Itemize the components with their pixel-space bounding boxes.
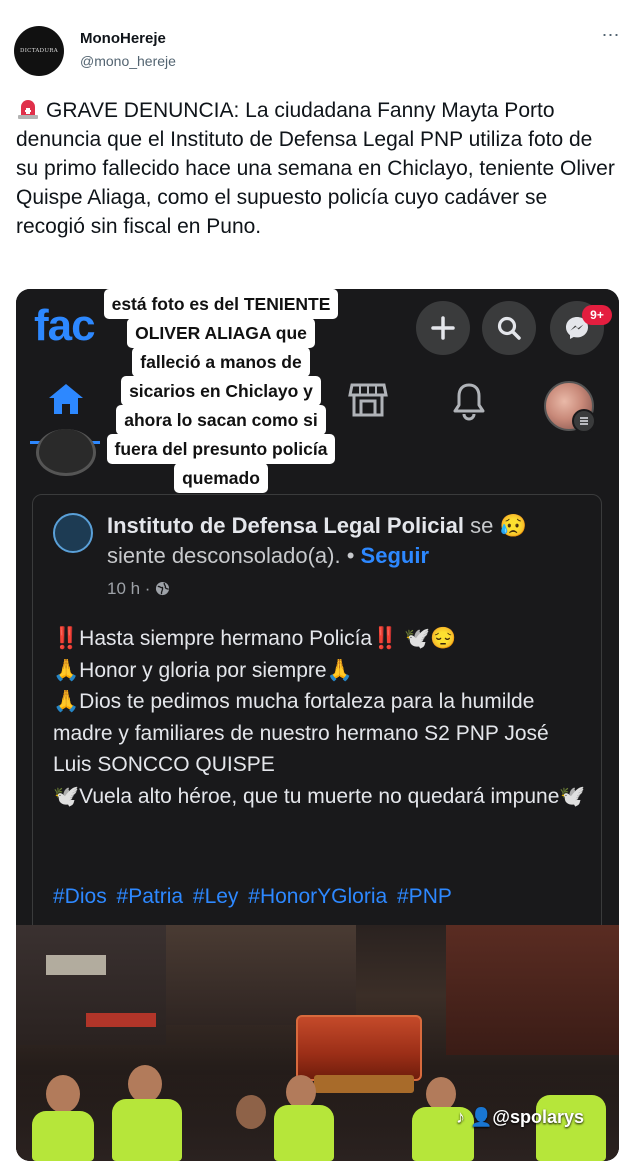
create-icon[interactable]	[416, 301, 470, 355]
author-name[interactable]: MonoHereje	[80, 30, 166, 47]
post-meta: 10 h ·	[107, 579, 170, 599]
caption-line: ahora lo sacan como si	[116, 405, 326, 435]
vehicle-light	[86, 1013, 156, 1027]
caption-line: está foto es del TENIENTE	[103, 289, 339, 319]
feeling-emoji: 😥	[499, 513, 527, 538]
person	[128, 1065, 162, 1103]
feeling-text: siente desconsolado(a).	[107, 543, 341, 568]
person	[426, 1077, 456, 1111]
person	[32, 1111, 94, 1161]
caption-line: sicarios en Chiclayo y	[121, 376, 321, 406]
coffin-base	[314, 1075, 414, 1093]
tiktok-watermark: ♪ 👤@spolarys	[456, 1107, 585, 1127]
bell-icon[interactable]	[450, 381, 488, 421]
person	[274, 1105, 334, 1161]
building	[16, 925, 166, 1045]
post-line: 🙏Honor y gloria por siempre🙏	[53, 658, 353, 682]
post-line: 🕊️Vuela alto héroe, que tu muerte no que…	[53, 784, 586, 808]
person	[236, 1095, 266, 1129]
tweet: DICTADURA MonoHereje @mono_hereje ⋯ GRAV…	[0, 0, 640, 1161]
globe-icon	[156, 581, 170, 596]
caption-line: falleció a manos de	[132, 347, 310, 377]
person	[286, 1075, 316, 1109]
coffin	[296, 1015, 422, 1081]
person	[46, 1075, 80, 1113]
post-line: 🙏Dios te pedimos mucha fortaleza para la…	[53, 690, 555, 776]
avatar-text: DICTADURA	[20, 48, 58, 54]
building	[166, 925, 356, 1025]
follow-button[interactable]: Seguir	[361, 543, 429, 568]
notification-badge: 9+	[582, 305, 612, 325]
feeling-prefix: se	[470, 513, 494, 538]
post-header: Instituto de Defensa Legal Policial se 😥…	[107, 511, 587, 571]
menu-icon[interactable]	[572, 409, 596, 433]
hashtags[interactable]: #Dios #Patria #Ley #HonorYGloria #PNP	[53, 885, 593, 909]
caption-line: OLIVER ALIAGA que	[127, 318, 315, 348]
more-options-icon[interactable]: ⋯	[596, 26, 626, 48]
building	[446, 925, 619, 1055]
post-body: ‼️Hasta siempre hermano Policía‼️ 🕊️😔 🙏Ho…	[53, 623, 593, 812]
author-handle[interactable]: @mono_hereje	[80, 53, 176, 69]
media-screenshot[interactable]: fac 9+ está foto es del TENIENTE OLIVER …	[16, 289, 619, 1161]
page-avatar[interactable]	[53, 513, 93, 553]
siren-icon	[18, 100, 38, 119]
tweet-text: GRAVE DENUNCIA: La ciudadana Fanny Mayta…	[16, 96, 618, 241]
light	[46, 955, 106, 975]
post-time: 10 h ·	[107, 579, 151, 598]
post-line: ‼️Hasta siempre hermano Policía‼️ 🕊️😔	[53, 627, 457, 650]
author-avatar[interactable]: DICTADURA	[14, 26, 64, 76]
person	[112, 1099, 182, 1161]
person	[536, 1095, 606, 1161]
page-name[interactable]: Instituto de Defensa Legal Policial	[107, 513, 464, 538]
funeral-procession-photo: ♪ 👤@spolarys	[16, 925, 619, 1161]
caption-line: fuera del presunto policía	[106, 434, 336, 464]
tweet-body: GRAVE DENUNCIA: La ciudadana Fanny Mayta…	[16, 99, 621, 238]
separator: •	[346, 543, 355, 568]
caption-overlay: está foto es del TENIENTE OLIVER ALIAGA …	[76, 289, 366, 493]
search-icon[interactable]	[482, 301, 536, 355]
caption-line: quemado	[174, 463, 268, 493]
